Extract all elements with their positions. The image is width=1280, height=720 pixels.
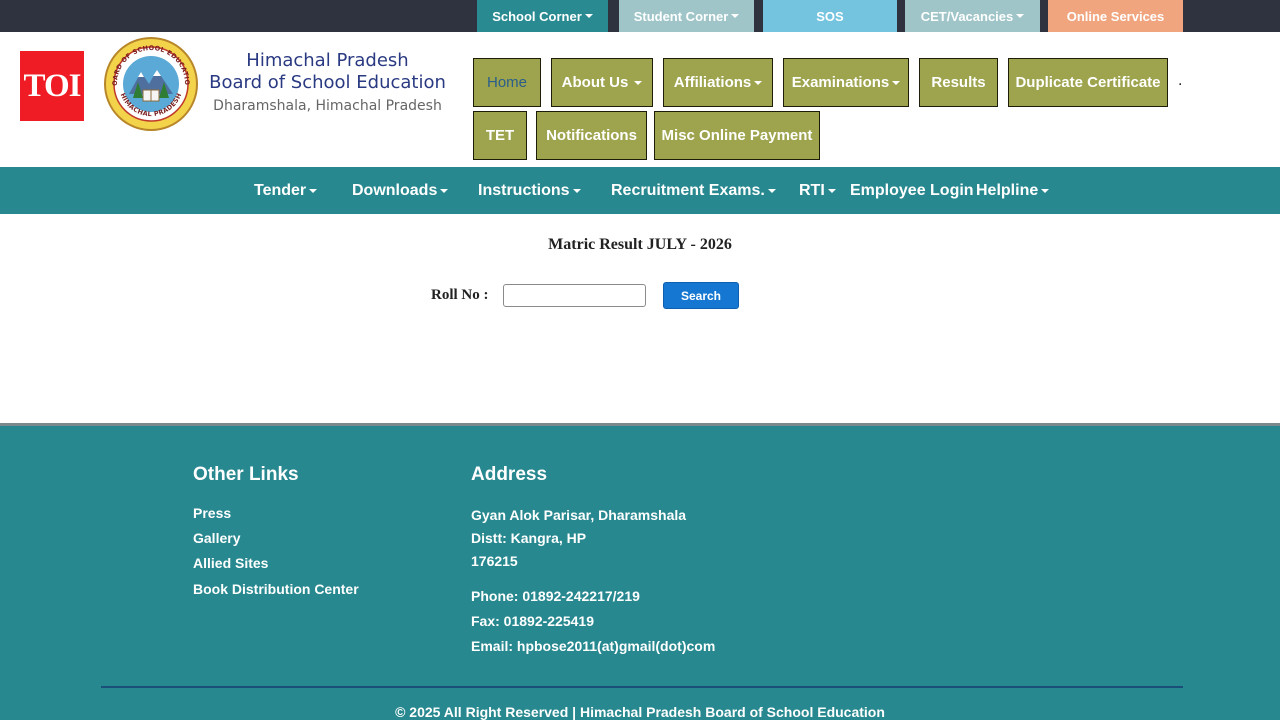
address-line: Gyan Alok Parisar, Dharamshala — [471, 507, 687, 523]
roll-no-input[interactable] — [503, 284, 646, 307]
brand-line-2: Board of School Education — [209, 72, 446, 93]
nav-about-us[interactable]: About Us — [551, 58, 653, 107]
main-nav-label: Employee Login — [850, 181, 974, 199]
nav-affiliations[interactable]: Affiliations — [663, 58, 773, 107]
nav-label: Misc Online Payment — [661, 127, 813, 144]
top-link-school-corner[interactable]: School Corner — [477, 0, 608, 32]
main-nav-employee-login[interactable]: Employee Login — [850, 167, 974, 214]
nav-dot: . — [1178, 72, 1183, 89]
address-heading: Address — [471, 464, 548, 485]
top-link-label: CET/Vacancies — [920, 8, 1014, 24]
roll-no-label: Roll No : — [431, 287, 489, 303]
nav-label: TET — [485, 127, 515, 144]
caret-down-icon — [440, 188, 449, 193]
result-title: Matric Result JULY - 2026 — [548, 236, 732, 253]
main-nav-downloads[interactable]: Downloads — [352, 167, 449, 214]
nav-label: Home — [486, 74, 527, 91]
nav-misc-online-payment[interactable]: Misc Online Payment — [654, 111, 820, 160]
brand-line-3: Dharamshala, Himachal Pradesh — [213, 98, 442, 114]
top-link-label: Student Corner — [633, 8, 729, 24]
top-link-student-corner[interactable]: Student Corner — [619, 0, 754, 32]
email-text: Email: hpbose2011(at)gmail(dot)com — [471, 638, 716, 654]
other-links-heading: Other Links — [193, 464, 299, 485]
nav-duplicate-certificate[interactable]: Duplicate Certificate — [1008, 58, 1168, 107]
main-nav-label: Helpline — [976, 181, 1039, 199]
top-link-label: School Corner — [492, 8, 582, 24]
caret-down-icon — [731, 14, 740, 18]
nav-notifications[interactable]: Notifications — [536, 111, 647, 160]
main-nav-instructions[interactable]: Instructions — [478, 167, 581, 214]
top-link-sos[interactable]: SOS — [763, 0, 897, 32]
caret-down-icon — [892, 80, 901, 85]
main-nav-rti[interactable]: RTI — [799, 167, 836, 214]
nav-home[interactable]: Home — [473, 58, 541, 107]
nav-examinations[interactable]: Examinations — [783, 58, 909, 107]
caret-down-icon — [754, 80, 763, 85]
hpbose-seal-icon[interactable]: BOARD OF SCHOOL EDUCATION HIMACHAL PRADE… — [103, 36, 199, 132]
top-link-label: Online Services — [1066, 8, 1165, 24]
footer-link-book-distribution-center[interactable]: Book Distribution Center — [193, 581, 359, 597]
main-nav-label: Tender — [254, 181, 307, 199]
main-nav-label: RTI — [799, 181, 825, 199]
copyright-text: © 2025 All Right Reserved | Himachal Pra… — [395, 704, 885, 720]
brand-line-1: Himachal Pradesh — [246, 50, 409, 71]
nav-results[interactable]: Results — [919, 58, 998, 107]
caret-down-icon — [634, 80, 643, 85]
nav-label: Duplicate Certificate — [1015, 74, 1161, 91]
main-nav-helpline[interactable]: Helpline — [976, 167, 1050, 214]
nav-label: Examinations — [791, 74, 890, 91]
nav-label: Notifications — [546, 127, 637, 144]
caret-down-icon — [1016, 14, 1025, 18]
footer-link-gallery[interactable]: Gallery — [193, 530, 240, 546]
address-line: Distt: Kangra, HP — [471, 530, 587, 546]
phone-text: Phone: 01892-242217/219 — [471, 588, 640, 604]
top-link-label: SOS — [816, 8, 844, 24]
nav-label: Affiliations — [673, 74, 752, 91]
footer-divider — [101, 686, 1183, 688]
footer-link-allied-sites[interactable]: Allied Sites — [193, 555, 268, 571]
caret-down-icon — [309, 188, 318, 193]
top-link-cet-vacancies[interactable]: CET/Vacancies — [905, 0, 1040, 32]
main-nav-tender[interactable]: Tender — [254, 167, 318, 214]
caret-down-icon — [827, 188, 836, 193]
nav-tet[interactable]: TET — [473, 111, 527, 160]
footer-link-press[interactable]: Press — [193, 505, 231, 521]
main-nav-label: Instructions — [478, 181, 570, 199]
main-nav-label: Recruitment Exams. — [611, 181, 765, 199]
brand-block[interactable]: Himachal Pradesh Board of School Educati… — [205, 50, 450, 118]
main-nav-recruitment-exams[interactable]: Recruitment Exams. — [611, 167, 776, 214]
caret-down-icon — [1041, 188, 1050, 193]
caret-down-icon — [584, 14, 593, 18]
main-nav-label: Downloads — [352, 181, 438, 199]
footer — [0, 423, 1280, 720]
nav-label: About Us — [561, 74, 629, 91]
toi-logo[interactable]: TOI — [20, 51, 84, 121]
address-line: 176215 — [471, 553, 518, 569]
search-button[interactable]: Search — [663, 282, 739, 309]
caret-down-icon — [572, 188, 581, 193]
caret-down-icon — [767, 188, 776, 193]
fax-text: Fax: 01892-225419 — [471, 613, 594, 629]
nav-label: Results — [931, 74, 986, 91]
top-link-online-services[interactable]: Online Services — [1048, 0, 1183, 32]
